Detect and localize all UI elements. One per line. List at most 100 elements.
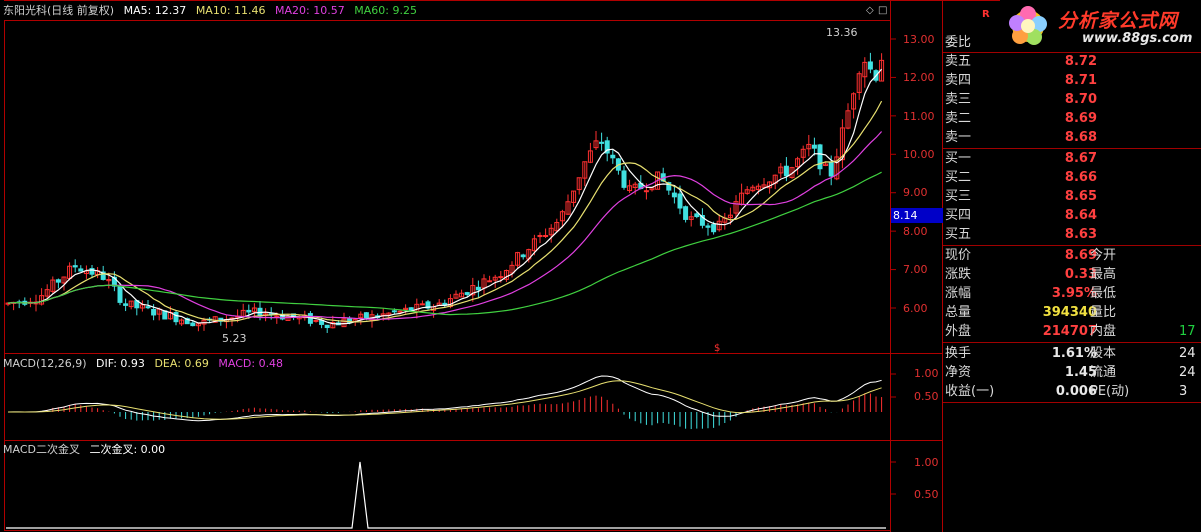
bid-label: 买五 [945,227,972,242]
quote-panel: 委比 卖五 8.72 卖四 8.71 卖三 8.70 卖二 8.69 卖一 8.… [943,0,1201,532]
main-chart-header: 东阳光科(日线 前复权) MA5: 12.37 MA10: 11.46 MA20… [3,4,423,18]
high-price-annotation: 13.36 [826,26,858,39]
dividend-marker[interactable]: $ [714,342,720,356]
stat-label-2: 最高 [1090,267,1117,282]
diamond-icon[interactable]: ◇ [866,4,874,18]
ask-row[interactable]: 卖一 8.68 [943,128,1201,147]
stat-row: 总量 394340 量比 [943,303,1201,322]
ask-row[interactable]: 卖三 8.70 [943,90,1201,109]
chart-title: 东阳光科(日线 前复权) [3,4,115,17]
ask-price: 8.71 [1064,73,1097,88]
stat-value: 214707 [1042,324,1097,339]
ma60-label: MA60: 9.25 [354,4,417,17]
fund-value-2: 24 [1179,365,1196,380]
bid-price: 8.66 [1064,170,1097,185]
candle-body [867,61,873,70]
macd-panel [7,375,883,430]
stat-label: 外盘 [945,324,972,339]
fund-label-2: PE(动) [1090,384,1130,399]
ask-row[interactable]: 卖二 8.69 [943,109,1201,128]
fund-row: 净资 1.45 流通 24 [943,363,1201,382]
candle-body [811,144,817,149]
stat-value: 394340 [1042,305,1097,320]
candle-body [274,315,280,318]
candle-body [391,310,397,313]
candle-body [190,322,196,327]
candle-body [543,234,549,237]
ma60-line [7,171,882,316]
ask-price: 8.72 [1064,54,1097,69]
indicator2-axis-label: 1.00 [914,456,939,469]
candle-body [817,144,823,170]
candle-body [783,165,789,177]
candle-body [123,303,129,306]
candle-body [162,310,168,320]
bid-label: 买一 [945,151,972,166]
candle-body [419,303,425,306]
price-axis-label: 12.00 [903,71,935,84]
candle-body [78,268,84,272]
stat-label-2: 今开 [1090,248,1117,263]
candle-body [643,190,649,193]
candle-body [173,312,179,323]
order-ratio-row: 委比 [943,33,1201,52]
macd-axis-label: 0.50 [914,390,939,403]
price-axis-label: 13.00 [903,33,935,46]
second-cross-line [6,461,886,529]
candle-body [705,225,711,228]
bid-row[interactable]: 买一 8.67 [943,149,1201,168]
indicator2-axis-label: 0.50 [914,488,939,501]
ask-row[interactable]: 卖四 8.71 [943,71,1201,90]
ask-row[interactable]: 卖五 8.72 [943,52,1201,71]
indicator2-title: MACD二次金叉 [3,443,80,456]
stat-value-2: 17 [1179,324,1196,339]
candle-body [828,161,834,177]
candle-body [694,213,700,218]
bid-row[interactable]: 买二 8.66 [943,168,1201,187]
candle-body [498,276,504,279]
stat-label: 涨幅 [945,286,972,301]
ma20-label: MA20: 10.57 [275,4,345,17]
bid-row[interactable]: 买三 8.65 [943,187,1201,206]
bid-price: 8.63 [1064,227,1097,242]
fund-row: 换手 1.61% 股本 24 [943,344,1201,363]
ask-label: 卖三 [945,92,972,107]
bid-price: 8.64 [1064,208,1097,223]
stat-label-2: 最低 [1090,286,1117,301]
square-icon[interactable]: □ [878,4,887,18]
price-axis-label: 9.00 [903,186,928,199]
candle-body [677,193,683,209]
bid-row[interactable]: 买五 8.63 [943,225,1201,244]
candle-body [711,224,717,233]
candle-body [621,170,627,188]
ma5-label: MA5: 12.37 [123,4,187,17]
ask-label: 卖四 [945,73,972,88]
bid-price: 8.65 [1064,189,1097,204]
stat-label: 总量 [945,305,972,320]
stat-label: 现价 [945,248,972,263]
stat-row: 涨幅 3.95% 最低 [943,284,1201,303]
macd-value-label: MACD: 0.48 [218,357,284,370]
order-ratio-label: 委比 [945,35,972,50]
candle-body [151,308,157,316]
stat-label-2: 内盘 [1090,324,1117,339]
candle-body [599,141,605,144]
bid-label: 买四 [945,208,972,223]
fund-value-2: 24 [1179,346,1196,361]
bid-row[interactable]: 买四 8.64 [943,206,1201,225]
stat-row: 外盘 214707 内盘 17 [943,322,1201,341]
candle-body [683,206,689,220]
current-price-tag: 8.14 [891,208,943,223]
ask-label: 卖二 [945,111,972,126]
ma10-label: MA10: 11.46 [195,4,266,17]
ma20-line [7,131,883,320]
candle-body [397,310,403,313]
fund-label: 换手 [945,346,972,361]
candle-body [324,324,330,329]
indicator2-value: 二次金叉: 0.00 [89,443,166,456]
macd-header: MACD(12,26,9) DIF: 0.93 DEA: 0.69 MACD: … [3,357,289,371]
stat-label: 涨跌 [945,267,972,282]
stat-row: 现价 8.69 今开 [943,246,1201,265]
candlestick-series [5,52,885,333]
ask-price: 8.70 [1064,92,1097,107]
